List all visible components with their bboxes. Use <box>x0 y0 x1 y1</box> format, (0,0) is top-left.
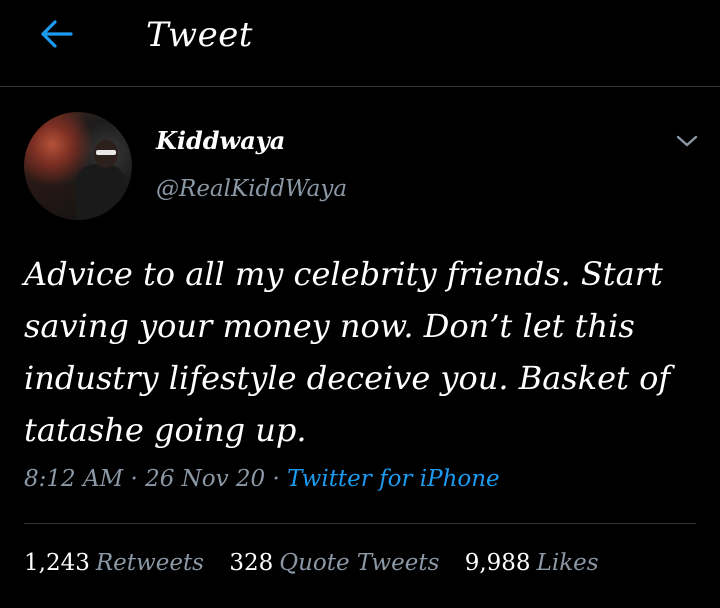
top-app-bar: Tweet <box>0 0 720 87</box>
avatar-figure-body <box>76 164 126 220</box>
retweets-stat[interactable]: 1,243 Retweets <box>24 550 204 576</box>
likes-label: Likes <box>536 550 599 576</box>
tweet-time: 8:12 AM <box>24 466 124 492</box>
retweets-count: 1,243 <box>24 550 90 576</box>
back-button[interactable] <box>30 14 82 58</box>
meta-separator: · <box>272 466 280 492</box>
tweet-source-link[interactable]: Twitter for iPhone <box>287 466 500 492</box>
quote-tweets-count: 328 <box>229 550 274 576</box>
author-display-name[interactable]: Kiddwaya <box>156 126 285 155</box>
avatar-figure-glasses <box>96 150 116 155</box>
page-title: Tweet <box>146 15 253 55</box>
arrow-left-icon <box>39 19 73 53</box>
avatar[interactable] <box>24 112 132 220</box>
chevron-down-icon <box>675 133 699 153</box>
author-handle[interactable]: @RealKiddWaya <box>156 176 347 202</box>
tweet-author: Kiddwaya @RealKiddWaya <box>24 112 704 222</box>
meta-separator: · <box>130 466 138 492</box>
divider <box>24 523 696 524</box>
tweet-stats: 1,243 Retweets 328 Quote Tweets 9,988 Likes <box>24 550 696 576</box>
likes-stat[interactable]: 9,988 Likes <box>465 550 599 576</box>
quote-tweets-label: Quote Tweets <box>279 550 440 576</box>
tweet-date[interactable]: 26 Nov 20 <box>145 466 265 492</box>
tweet-text: Advice to all my celebrity friends. Star… <box>24 255 671 449</box>
quote-tweets-stat[interactable]: 328 Quote Tweets <box>229 550 439 576</box>
tweet-metadata: 8:12 AM · 26 Nov 20 · Twitter for iPhone <box>24 466 696 492</box>
likes-count: 9,988 <box>464 550 531 576</box>
retweets-label: Retweets <box>95 550 204 576</box>
tweet-options-button[interactable] <box>672 130 702 156</box>
